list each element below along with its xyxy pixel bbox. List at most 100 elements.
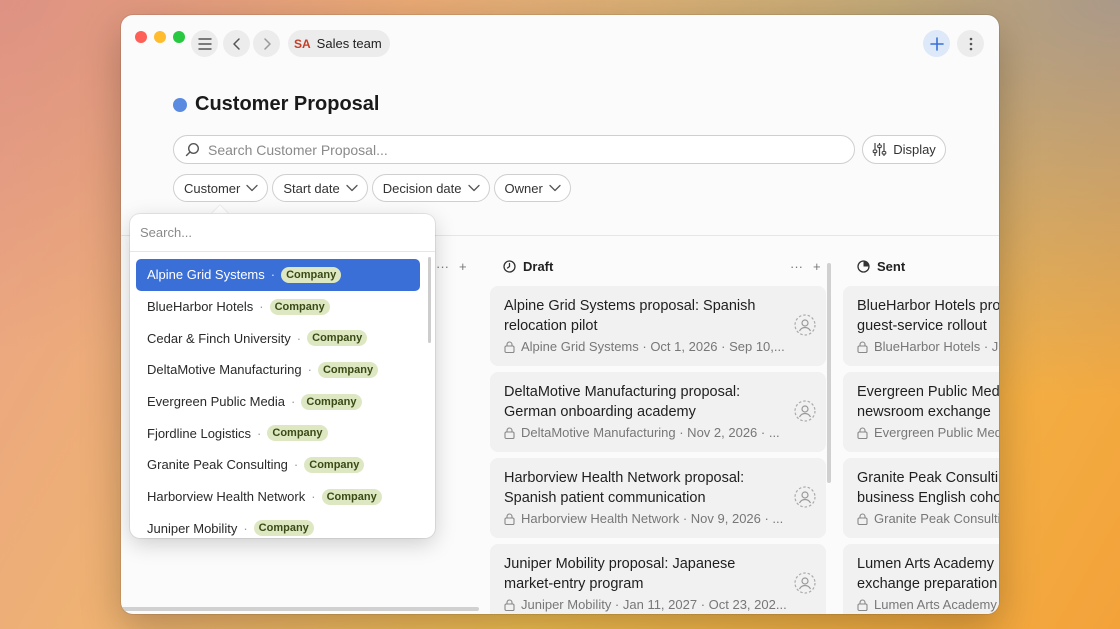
filter-customer[interactable]: Customer [173,174,269,202]
filter-owner[interactable]: Owner [493,174,571,202]
card-meta: DeltaMotive Manufacturing · Nov 2, 2026 … [504,425,812,440]
person-icon[interactable] [794,572,816,594]
option-label: DeltaMotive Manufacturing [147,362,302,378]
option-label: BlueHarbor Hotels [147,299,254,315]
team-name: Sales team [316,36,382,51]
proposal-card[interactable]: Juniper Mobility proposal: Japanese mark… [490,544,826,614]
card-meta-text: Alpine Grid Systems · Oct 1, 2026 · Sep … [521,339,785,354]
filter-label: Customer [184,180,241,196]
team-switcher[interactable]: SA Sales team [288,30,390,57]
person-icon[interactable] [794,400,816,422]
vertical-ellipsis-icon [969,37,972,50]
zoom-window-button[interactable] [173,31,185,43]
person-icon[interactable] [794,314,816,336]
proposal-card[interactable]: BlueHarbor Hotels pro guest-service rollo… [843,286,999,366]
filter-decision-date[interactable]: Decision date [371,174,490,202]
add-button[interactable] [923,30,950,57]
page-header: Customer Proposal [173,93,379,116]
card-meta: Evergreen Public Med [857,425,999,440]
search-placeholder: Search Customer Proposal... [208,141,388,158]
display-button[interactable]: Display [862,135,946,164]
collection-color-dot [173,97,187,112]
customer-option[interactable]: Alpine Grid Systems · Company [136,259,420,291]
lock-icon [504,598,515,611]
card-title: BlueHarbor Hotels pro guest-service rollo… [857,298,999,334]
team-avatar: SA [294,36,311,51]
lock-icon [504,512,515,525]
column-title: Sent [877,259,906,274]
column-title: Draft [523,259,554,274]
proposal-card[interactable]: Lumen Arts Academy exchange preparation L… [843,544,999,614]
more-options-button[interactable] [957,30,984,57]
chevron-down-icon [467,184,480,192]
draft-status-icon [503,260,516,273]
card-meta-text: Evergreen Public Med [874,425,999,440]
plus-icon[interactable]: + [813,259,821,274]
filter-label: Decision date [382,180,462,196]
chevron-down-icon [246,184,259,192]
card-meta: Granite Peak Consulti [857,511,999,526]
customer-filter-dropdown: Search... Alpine Grid Systems · Company … [130,214,435,538]
option-label: Cedar & Finch University [147,330,291,346]
board-horizontal-scrollbar[interactable] [121,607,479,611]
display-label: Display [893,142,936,157]
filter-start-date[interactable]: Start date [272,174,368,202]
card-title: Juniper Mobility proposal: Japanese mark… [504,556,736,592]
person-icon[interactable] [794,486,816,508]
customer-option[interactable]: DeltaMotive Manufacturing · Company [136,354,420,386]
minimize-window-button[interactable] [154,31,166,43]
chevron-left-icon [232,37,240,50]
company-badge: Company [269,298,330,315]
proposal-card[interactable]: Alpine Grid Systems proposal: Spanish re… [490,286,826,366]
column-scrollbar[interactable] [827,263,831,483]
option-label: Juniper Mobility [147,520,238,536]
column-header-draft: Draft [503,259,553,274]
customer-option[interactable]: Harborview Health Network · Company [136,481,420,513]
company-badge: Company [301,393,362,410]
proposal-card[interactable]: Granite Peak Consultin business English c… [843,458,999,538]
card-meta: Lumen Arts Academy [857,597,999,612]
lock-icon [857,426,868,439]
card-meta-text: Juniper Mobility · Jan 11, 2027 · Oct 23… [521,597,787,612]
sent-status-icon [857,260,870,273]
customer-option-list: Alpine Grid Systems · Company BlueHarbor… [130,252,435,538]
option-label: Alpine Grid Systems [147,267,265,283]
dropdown-scrollbar[interactable] [428,257,431,343]
company-badge: Company [253,520,314,537]
dropdown-search-placeholder: Search... [140,225,193,240]
back-button[interactable] [223,30,250,57]
option-label: Evergreen Public Media [147,394,286,410]
card-meta: BlueHarbor Hotels · J [857,339,999,354]
customer-option[interactable]: Cedar & Finch University · Company [136,322,420,354]
lock-icon [857,512,868,525]
close-window-button[interactable] [135,31,147,43]
company-badge: Company [304,456,365,473]
card-title: Harborview Health Network proposal: Span… [504,470,745,506]
customer-option[interactable]: Juniper Mobility · Company [136,513,420,539]
chevron-down-icon [549,184,561,192]
dropdown-search-input[interactable]: Search... [130,214,435,252]
proposal-card[interactable]: Evergreen Public Med newsroom exchange Ev… [843,372,999,452]
customer-option[interactable]: Evergreen Public Media · Company [136,386,420,418]
proposal-card[interactable]: DeltaMotive Manufacturing proposal: Germ… [490,372,826,452]
card-title: DeltaMotive Manufacturing proposal: Germ… [504,384,741,420]
sidebar-toggle-button[interactable] [191,30,218,57]
option-label: Harborview Health Network [147,489,306,505]
search-icon [185,142,200,157]
plus-icon[interactable]: + [459,259,467,274]
card-meta-text: Granite Peak Consulti [874,511,999,526]
customer-option[interactable]: Fjordline Logistics · Company [136,417,420,449]
ellipsis-icon[interactable]: ··· [790,259,803,274]
card-meta-text: Harborview Health Network · Nov 9, 2026 … [521,511,784,526]
card-meta-text: BlueHarbor Hotels · J [874,339,999,354]
column-actions-hidden: ··· + [436,259,467,274]
customer-option[interactable]: BlueHarbor Hotels · Company [136,291,420,323]
card-title: Evergreen Public Med newsroom exchange [857,384,999,420]
customer-option[interactable]: Granite Peak Consulting · Company [136,449,420,481]
card-meta: Juniper Mobility · Jan 11, 2027 · Oct 23… [504,597,812,612]
proposal-card[interactable]: Harborview Health Network proposal: Span… [490,458,826,538]
sliders-icon [872,143,887,156]
ellipsis-icon[interactable]: ··· [436,259,449,274]
forward-button[interactable] [253,30,280,57]
search-input[interactable]: Search Customer Proposal... [173,135,855,164]
